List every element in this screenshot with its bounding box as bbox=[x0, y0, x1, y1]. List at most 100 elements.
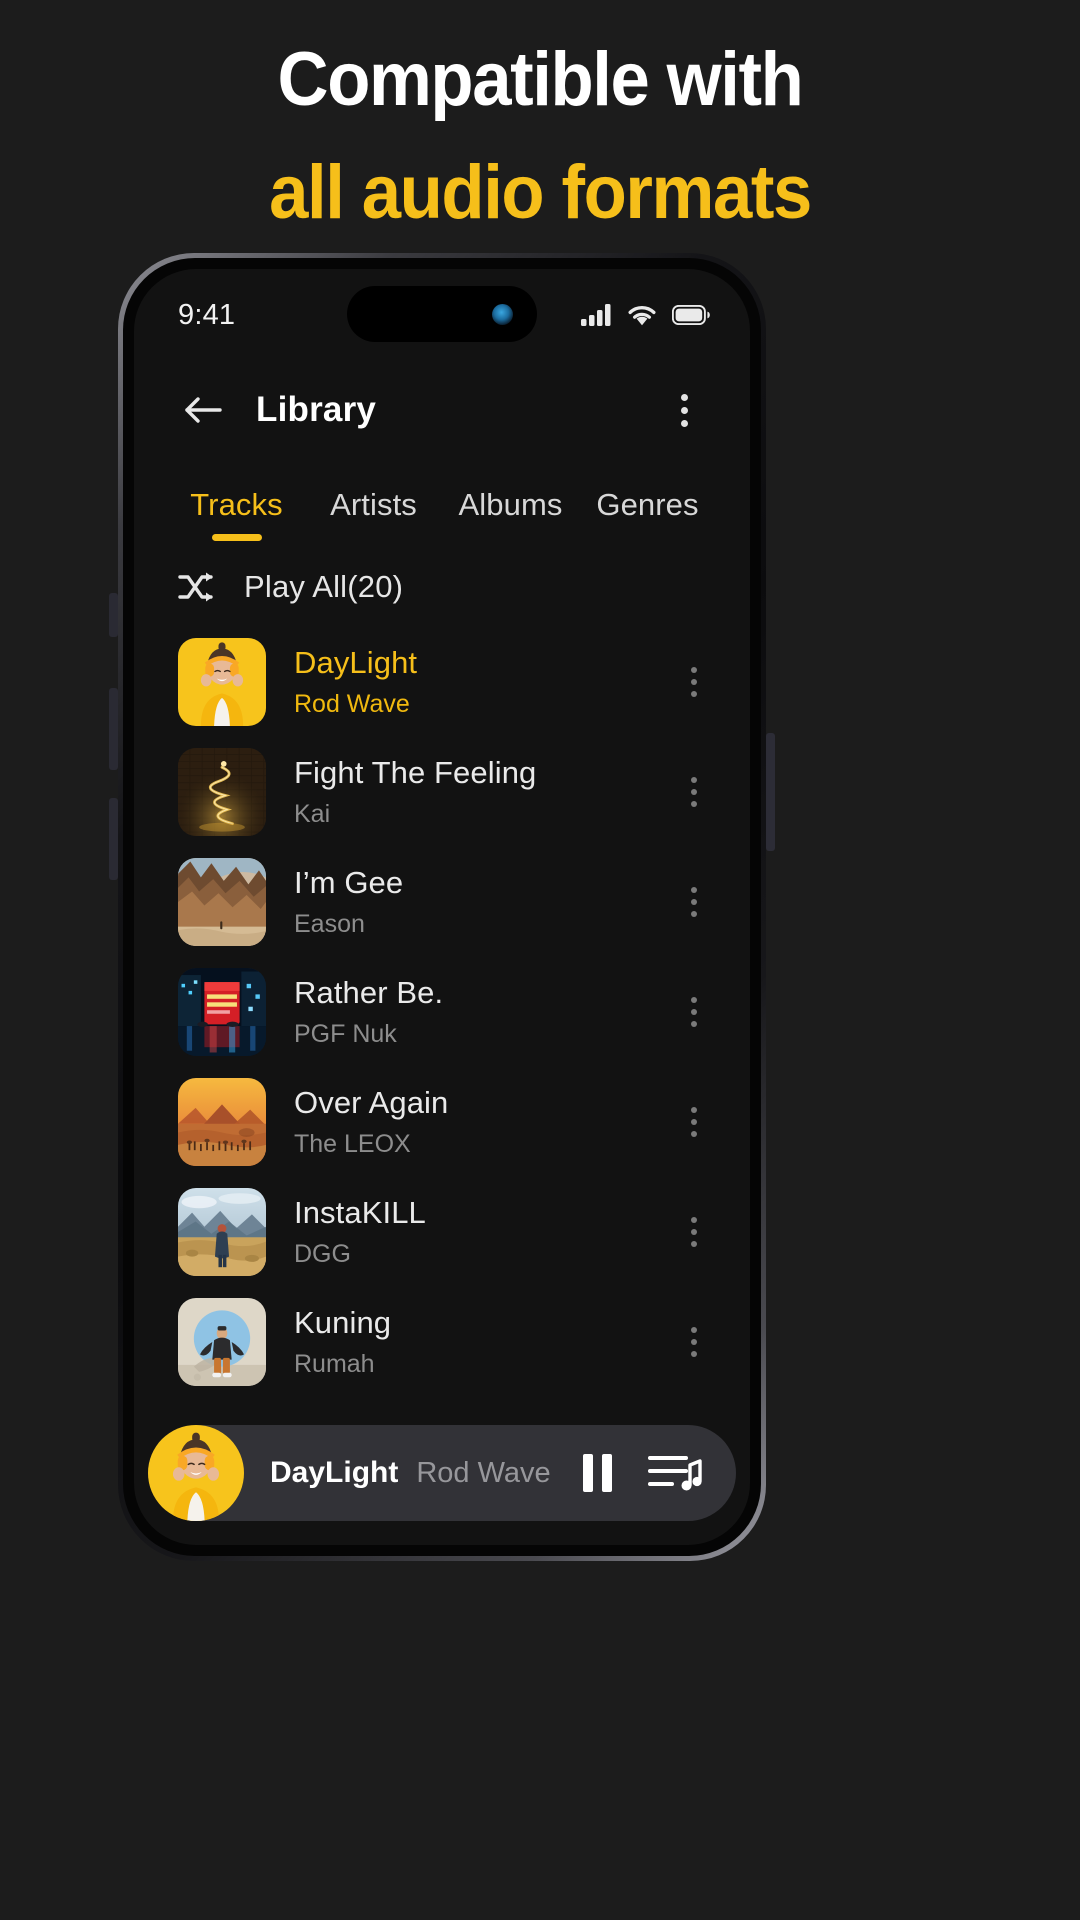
track-meta: InstaKILL DGG bbox=[294, 1195, 672, 1269]
more-vertical-icon-dot bbox=[691, 691, 697, 697]
album-art-man-blue-circle bbox=[178, 1298, 266, 1386]
mute-switch[interactable] bbox=[109, 593, 118, 637]
album-art-desert-canyon bbox=[178, 858, 266, 946]
more-vertical-icon-dot bbox=[691, 887, 697, 893]
track-row[interactable]: Fight The Feeling Kai bbox=[134, 737, 750, 847]
pause-button[interactable] bbox=[583, 1454, 612, 1492]
more-vertical-icon-dot bbox=[691, 777, 697, 783]
track-meta: Fight The Feeling Kai bbox=[294, 755, 672, 829]
track-title: Over Again bbox=[294, 1085, 449, 1120]
track-artist: PGF Nuk bbox=[294, 1020, 397, 1048]
track-overflow-button[interactable] bbox=[672, 867, 716, 937]
promo-line-1: Compatible with bbox=[277, 37, 804, 122]
tab-genres[interactable]: Genres bbox=[579, 487, 716, 541]
track-artist: Kai bbox=[294, 800, 331, 828]
header-overflow-button[interactable] bbox=[658, 382, 710, 438]
promo-headline: Compatible with all audio formats bbox=[0, 36, 1080, 237]
mini-player-title: DayLight bbox=[270, 1456, 399, 1489]
tab-tracks-label: Tracks bbox=[190, 487, 283, 522]
track-row[interactable]: Kuning Rumah bbox=[134, 1287, 750, 1397]
more-vertical-icon-dot bbox=[691, 1021, 697, 1027]
battery-icon bbox=[672, 305, 710, 325]
track-list: DayLight Rod Wave Fight The Feeling Kai … bbox=[134, 627, 750, 1407]
track-row[interactable]: Rather Be. PGF Nuk bbox=[134, 957, 750, 1067]
tab-genres-label: Genres bbox=[596, 487, 699, 522]
track-meta: Kuning Rumah bbox=[294, 1305, 672, 1379]
status-bar: 9:41 bbox=[134, 269, 750, 361]
tab-tracks[interactable]: Tracks bbox=[168, 487, 305, 541]
phone-mockup: 9:41 Library Tracks Artists Albums Genre… bbox=[109, 253, 775, 1561]
app-header: Library bbox=[134, 361, 750, 459]
track-overflow-button[interactable] bbox=[672, 757, 716, 827]
back-button[interactable] bbox=[174, 382, 230, 438]
track-row[interactable]: Over Again The LEOX bbox=[134, 1067, 750, 1177]
mini-player[interactable]: DayLight Rod Wave bbox=[148, 1425, 736, 1521]
more-vertical-icon-dot bbox=[691, 1217, 697, 1223]
track-artist: DGG bbox=[294, 1240, 351, 1268]
status-bar-clock: 9:41 bbox=[178, 298, 236, 331]
more-vertical-icon-dot bbox=[691, 1241, 697, 1247]
tab-active-indicator bbox=[211, 534, 262, 541]
status-bar-icons bbox=[581, 304, 710, 326]
signal-bars-icon bbox=[581, 304, 611, 326]
mini-player-artist: Rod Wave bbox=[416, 1457, 551, 1489]
play-all-button[interactable]: Play All(20) bbox=[134, 541, 750, 627]
track-artist: Eason bbox=[294, 910, 365, 938]
track-artist: Rumah bbox=[294, 1350, 375, 1378]
mini-player-text: DayLight Rod Wave bbox=[270, 1456, 583, 1490]
tab-albums-label: Albums bbox=[458, 487, 563, 522]
more-vertical-icon-dot bbox=[691, 997, 697, 1003]
tab-artists[interactable]: Artists bbox=[305, 487, 442, 541]
track-row[interactable]: I’m Gee Eason bbox=[134, 847, 750, 957]
mini-player-artwork[interactable] bbox=[148, 1425, 244, 1521]
arrow-left-icon bbox=[185, 397, 222, 423]
dynamic-island bbox=[347, 286, 537, 342]
play-all-label: Play All(20) bbox=[244, 569, 404, 604]
more-vertical-icon-dot bbox=[691, 1009, 697, 1015]
track-artist: Rod Wave bbox=[294, 690, 410, 718]
track-meta: Over Again The LEOX bbox=[294, 1085, 672, 1159]
track-title: Rather Be. bbox=[294, 975, 444, 1010]
shuffle-icon bbox=[178, 572, 213, 602]
track-overflow-button[interactable] bbox=[672, 977, 716, 1047]
more-vertical-icon-dot bbox=[691, 899, 697, 905]
library-tabs: Tracks Artists Albums Genres bbox=[134, 459, 750, 541]
more-vertical-icon-dot bbox=[691, 1107, 697, 1113]
promo-screenshot: Compatible with all audio formats 9:41 L… bbox=[0, 0, 1080, 1920]
album-art-woman-yellow-headphones bbox=[178, 638, 266, 726]
track-title: InstaKILL bbox=[294, 1195, 426, 1230]
album-art-orange-savanna-sunset bbox=[178, 1078, 266, 1166]
front-camera-icon bbox=[492, 303, 513, 325]
tab-artists-label: Artists bbox=[330, 487, 417, 522]
album-art-neon-city-night bbox=[178, 968, 266, 1056]
track-title: I’m Gee bbox=[294, 865, 404, 900]
queue-music-icon[interactable] bbox=[648, 1451, 702, 1495]
phone-body: 9:41 Library Tracks Artists Albums Genre… bbox=[123, 258, 761, 1556]
more-vertical-icon-dot bbox=[691, 789, 697, 795]
track-meta: Rather Be. PGF Nuk bbox=[294, 975, 672, 1049]
track-title: Fight The Feeling bbox=[294, 755, 537, 790]
tab-albums[interactable]: Albums bbox=[442, 487, 579, 541]
volume-up-button[interactable] bbox=[109, 688, 118, 770]
track-title: Kuning bbox=[294, 1305, 392, 1340]
more-vertical-icon-dot bbox=[691, 1229, 697, 1235]
more-vertical-icon-dot bbox=[691, 667, 697, 673]
track-overflow-button[interactable] bbox=[672, 1087, 716, 1157]
track-overflow-button[interactable] bbox=[672, 1197, 716, 1267]
track-row[interactable]: InstaKILL DGG bbox=[134, 1177, 750, 1287]
volume-down-button[interactable] bbox=[109, 798, 118, 880]
track-row[interactable]: DayLight Rod Wave bbox=[134, 627, 750, 737]
track-overflow-button[interactable] bbox=[672, 1307, 716, 1377]
page-title: Library bbox=[256, 390, 377, 429]
album-art-person-in-field bbox=[178, 1188, 266, 1276]
pause-icon-bar bbox=[583, 1454, 593, 1492]
power-button[interactable] bbox=[766, 733, 775, 851]
pause-icon-bar bbox=[602, 1454, 612, 1492]
album-art-golden-spiral-tree bbox=[178, 748, 266, 836]
more-vertical-icon-dot bbox=[691, 911, 697, 917]
more-vertical-icon-dot bbox=[691, 1327, 697, 1333]
track-overflow-button[interactable] bbox=[672, 647, 716, 717]
more-vertical-icon-dot bbox=[680, 393, 688, 401]
track-meta: DayLight Rod Wave bbox=[294, 645, 672, 719]
more-vertical-icon-dot bbox=[691, 1131, 697, 1137]
